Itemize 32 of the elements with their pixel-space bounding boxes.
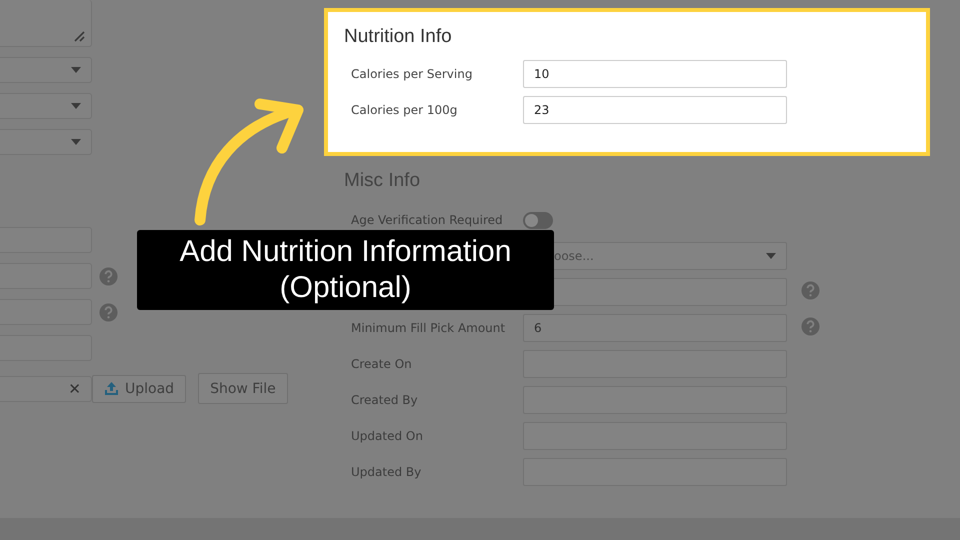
upload-button[interactable]: Upload bbox=[92, 374, 186, 402]
field-label: Age Verification Required bbox=[351, 213, 504, 227]
help-icon[interactable] bbox=[99, 266, 118, 286]
file-field[interactable]: ✕ bbox=[0, 376, 92, 402]
caret-icon bbox=[71, 138, 81, 146]
caret-icon bbox=[71, 102, 81, 110]
callout-tooltip: Add Nutrition Information (Optional) bbox=[137, 230, 554, 310]
caret-icon bbox=[71, 66, 81, 74]
field-label: Updated By bbox=[351, 465, 422, 479]
field-label: Created By bbox=[351, 393, 419, 407]
select-field[interactable] bbox=[0, 57, 92, 83]
input-field[interactable]: 23 bbox=[523, 96, 787, 124]
field-label: Updated On bbox=[351, 429, 424, 443]
help-icon[interactable] bbox=[801, 316, 820, 336]
clear-icon[interactable]: ✕ bbox=[68, 380, 81, 398]
show-file-button[interactable]: Show File bbox=[198, 373, 288, 404]
section-title: Nutrition Info bbox=[344, 26, 453, 48]
toggle-switch[interactable] bbox=[523, 212, 553, 228]
input-field[interactable]: 6 bbox=[523, 314, 787, 342]
field-label: Calories per 100g bbox=[351, 103, 458, 117]
select-field[interactable] bbox=[0, 93, 92, 119]
select-field[interactable] bbox=[0, 129, 92, 155]
input-field[interactable]: 10 bbox=[523, 60, 787, 88]
caret-icon bbox=[766, 252, 776, 260]
help-icon[interactable] bbox=[801, 280, 820, 300]
field-label: Create On bbox=[351, 357, 413, 371]
field-label: Minimum Fill Pick Amount bbox=[351, 321, 506, 335]
field-label: Calories per Serving bbox=[351, 67, 474, 81]
help-icon[interactable] bbox=[99, 302, 118, 322]
resize-handle-icon[interactable] bbox=[74, 31, 85, 42]
upload-icon bbox=[104, 381, 119, 396]
section-title: Misc Info bbox=[344, 170, 422, 192]
